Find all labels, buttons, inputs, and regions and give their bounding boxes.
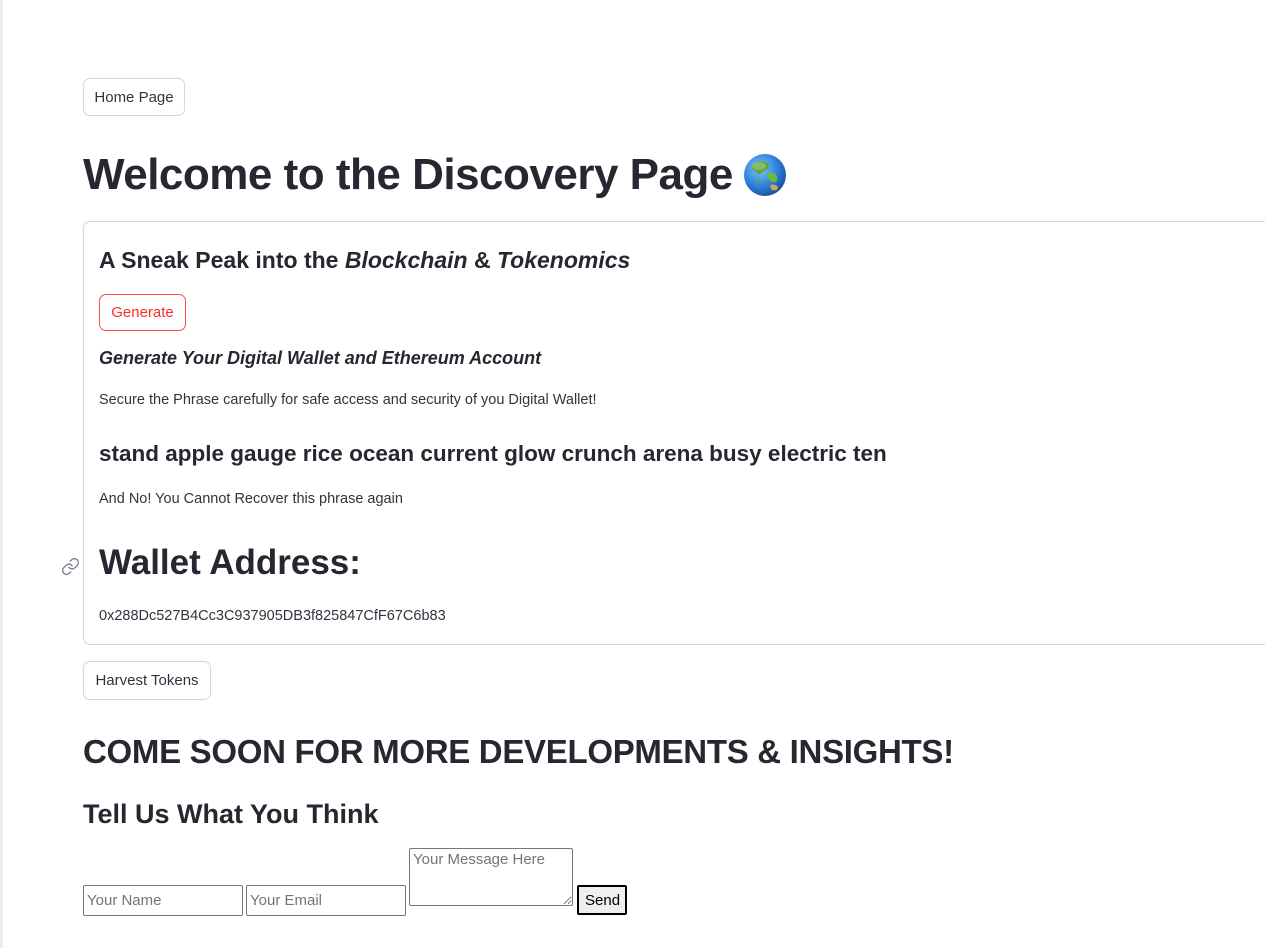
harvest-tokens-button[interactable]: Harvest Tokens	[83, 661, 211, 700]
card-heading-tokenomics: Tokenomics	[496, 247, 631, 273]
card-heading-prefix: A Sneak Peak into the	[99, 247, 345, 273]
home-page-button[interactable]: Home Page	[83, 78, 185, 116]
page-title: Welcome to the Discovery Page	[83, 150, 787, 200]
send-button[interactable]: Send	[577, 885, 627, 915]
page-title-text: Welcome to the Discovery Page	[83, 150, 733, 199]
seed-phrase: stand apple gauge rice ocean current glo…	[99, 441, 887, 466]
secure-phrase-note: Secure the Phrase carefully for safe acc…	[99, 392, 597, 408]
name-input[interactable]	[83, 885, 243, 916]
recover-warning: And No! You Cannot Recover this phrase a…	[99, 491, 403, 507]
message-textarea[interactable]	[409, 848, 573, 906]
card-heading-ampersand: &	[467, 247, 497, 273]
generate-subtitle: Generate Your Digital Wallet and Ethereu…	[99, 348, 542, 368]
wallet-address-value: 0x288Dc527B4Cc3C937905DB3f825847CfF67C6b…	[99, 608, 446, 624]
globe-asia-australia-icon	[743, 154, 786, 196]
card-heading-blockchain: Blockchain	[344, 247, 468, 273]
left-edge-divider	[0, 0, 3, 948]
feedback-heading: Tell Us What You Think	[83, 799, 379, 829]
generate-button[interactable]: Generate	[99, 294, 186, 331]
email-input[interactable]	[246, 885, 406, 916]
card-heading: A Sneak Peak into the Blockchain & Token…	[99, 247, 630, 274]
link-icon[interactable]	[61, 557, 80, 576]
announcement-heading: COME SOON FOR MORE DEVELOPMENTS & INSIGH…	[83, 733, 954, 770]
wallet-address-heading: Wallet Address:	[99, 543, 361, 582]
